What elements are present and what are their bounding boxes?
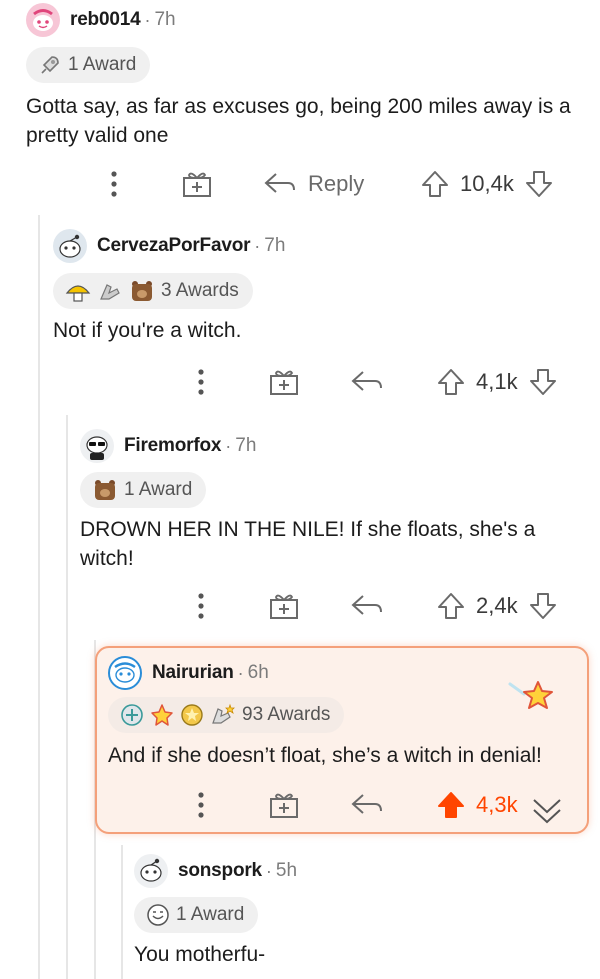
vote-count: 10,4k: [460, 171, 514, 196]
comment-header: Firemorfox · 7h: [80, 428, 256, 464]
awards-count: 1 Award: [68, 54, 137, 75]
upvote-icon[interactable]: [436, 591, 466, 621]
comment-header: CervezaPorFavor · 7h: [53, 228, 285, 264]
avatar[interactable]: [134, 854, 168, 888]
awards-pill[interactable]: 93 Awards: [108, 697, 345, 733]
awards-pill[interactable]: 1 Award: [80, 472, 207, 508]
downvote-icon[interactable]: [524, 169, 554, 199]
more-options-icon[interactable]: [191, 785, 211, 825]
reply-button[interactable]: [349, 362, 385, 402]
comment-actions: 4,1k: [0, 362, 600, 402]
more-options-icon[interactable]: [191, 586, 211, 626]
username[interactable]: sonspork: [178, 860, 262, 882]
avatar[interactable]: [26, 3, 60, 37]
username[interactable]: reb0014: [70, 9, 141, 31]
more-options-icon[interactable]: [191, 362, 211, 402]
hand-star-award-icon: [210, 703, 236, 727]
downvote-icon[interactable]: [528, 367, 558, 397]
separator: ·: [225, 435, 232, 456]
downvote-icon[interactable]: [528, 591, 558, 621]
awards-count: 3 Awards: [161, 280, 239, 301]
comment-header: sonspork · 5h: [134, 853, 297, 889]
rocket-award-icon: [38, 53, 62, 77]
separator: ·: [265, 860, 272, 881]
timestamp: 5h: [275, 860, 298, 881]
vote-control: 2,4k: [436, 586, 558, 626]
snoo-avatar-icon: [33, 9, 53, 31]
vote-count: 4,1k: [476, 369, 518, 394]
separator: ·: [144, 9, 151, 30]
reply-button[interactable]: Reply: [262, 164, 364, 204]
upvote-active-icon[interactable]: [436, 790, 466, 820]
star-award-icon: [150, 703, 174, 727]
timestamp: 7h: [264, 235, 286, 256]
awards-pill[interactable]: 1 Award: [134, 897, 259, 933]
star-award-icon: [508, 676, 554, 721]
gift-award-icon[interactable]: [267, 586, 301, 626]
awards-count: 93 Awards: [242, 704, 331, 725]
reply-icon: [264, 173, 295, 193]
collapse-chevron-icon[interactable]: [528, 791, 566, 831]
upvote-icon[interactable]: [436, 367, 466, 397]
gift-award-icon[interactable]: [267, 785, 301, 825]
avatar[interactable]: [53, 229, 87, 263]
avatar[interactable]: [80, 429, 114, 463]
timestamp: 7h: [235, 435, 257, 456]
awards-pill[interactable]: 1 Award: [26, 47, 151, 83]
comment-body: Not if you're a witch.: [53, 319, 242, 342]
more-options-icon[interactable]: [104, 164, 124, 204]
bear-award-icon: [92, 478, 118, 502]
vote-count: 4,3k: [476, 792, 518, 817]
username[interactable]: Nairurian: [152, 662, 234, 684]
vote-control: 4,1k: [436, 362, 558, 402]
snoo-sunglasses-avatar-icon: [86, 436, 108, 460]
comment-body: You motherfu-: [134, 943, 266, 966]
hands-award-icon: [97, 279, 123, 303]
timestamp: 7h: [154, 9, 176, 30]
reply-icon: [351, 794, 382, 814]
avatar[interactable]: [108, 656, 142, 690]
gold-badge-award-icon: [180, 703, 204, 727]
mushroom-award-icon: [65, 279, 91, 303]
awards-pill[interactable]: 3 Awards: [53, 273, 253, 309]
awards-count: 1 Award: [124, 479, 193, 500]
bear-award-icon: [129, 279, 155, 303]
vote-control: 4,3k: [436, 785, 518, 825]
separator: ·: [254, 235, 261, 256]
separator: ·: [237, 662, 244, 683]
timestamp: 6h: [247, 662, 269, 683]
snoo-avatar-icon: [114, 662, 136, 683]
upvote-icon[interactable]: [420, 169, 450, 199]
comment-actions: 2,4k: [0, 586, 600, 626]
reply-button[interactable]: [349, 586, 385, 626]
thread-line: [66, 415, 68, 979]
comment-actions: 4,3k: [0, 785, 600, 825]
comment-body: And if she doesn’t float, she’s a witch …: [108, 744, 542, 767]
comment-actions: Reply 10,4k: [0, 164, 600, 204]
reply-icon: [351, 371, 382, 391]
vote-control: 10,4k: [420, 164, 554, 204]
snoo-avatar-icon: [59, 234, 81, 258]
thread-line: [121, 845, 123, 979]
username[interactable]: CervezaPorFavor: [97, 235, 250, 257]
comment-header: Nairurian · 6h: [108, 655, 269, 691]
reply-button[interactable]: [349, 785, 385, 825]
gift-award-icon[interactable]: [267, 362, 301, 402]
reply-label: Reply: [308, 171, 365, 196]
snoo-avatar-icon: [140, 858, 162, 882]
smile-award-icon: [146, 903, 170, 927]
awards-count: 1 Award: [176, 904, 245, 925]
vote-count: 2,4k: [476, 593, 518, 618]
comment-header: reb0014 · 7h: [26, 2, 176, 38]
comment-body: DROWN HER IN THE NILE! If she floats, sh…: [80, 518, 536, 570]
medal-award-icon: [120, 703, 144, 727]
reply-icon: [351, 595, 382, 615]
comment-body: Gotta say, as far as excuses go, being 2…: [26, 95, 571, 147]
gift-award-icon[interactable]: [180, 164, 214, 204]
username[interactable]: Firemorfox: [124, 435, 221, 457]
